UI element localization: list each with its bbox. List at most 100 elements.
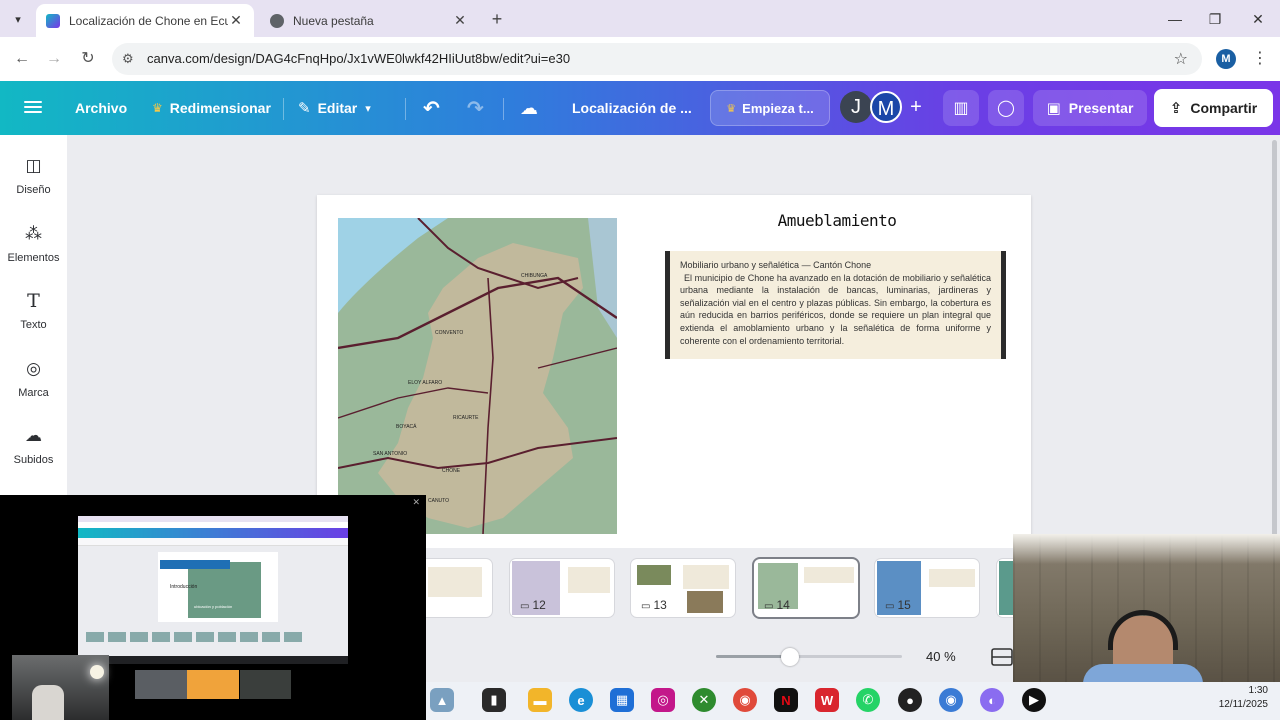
left-sidebar: ◫ Diseño ⁂ Elementos T Texto ◎ Marca ☁ S… [0,135,67,495]
document-title[interactable]: Localización de ... [572,100,692,116]
collaborator-avatar[interactable]: J [840,91,872,123]
undo-button[interactable]: ↶ [423,81,440,135]
close-icon[interactable]: ✕ [228,12,244,29]
restore-button[interactable]: ❐ [1203,8,1227,30]
header-divider [405,98,406,120]
present-button[interactable]: ▣ Presentar [1033,90,1147,126]
chrome-icon[interactable]: ◉ [733,688,757,712]
crown-icon: ♛ [152,101,163,115]
header-divider [283,98,284,120]
page-number: 12 [520,598,545,612]
collaborator-avatar[interactable]: M [870,91,902,123]
slide-title[interactable]: Amueblamiento [747,211,927,230]
task-view-icon[interactable]: ▮ [482,688,506,712]
taskbar-clock[interactable]: 1:30 12/11/2025 [1196,684,1268,712]
windows-taskbar: ▲ ▮ ▬ e ▦ ◎ ✕ ◉ N W ✆ ● ◉ ◐ ▶ [426,682,1280,720]
address-bar[interactable]: ⚙ canva.com/design/DAG4cFnqHpo/Jx1vWE0lw… [112,43,1202,75]
upgrade-button[interactable]: ♛ Empieza t... [710,90,830,126]
page-thumbnail[interactable]: 13 [631,559,735,617]
cloud-save-status[interactable]: ☁ [520,81,538,135]
tab-new[interactable]: Nueva pestaña ✕ [260,4,478,37]
redo-button[interactable]: ↷ [467,81,484,135]
tab-title: Nueva pestaña [293,13,374,28]
back-button[interactable]: ← [10,47,34,71]
sidebar-item-text[interactable]: T Texto [0,280,67,344]
participant-video [12,655,109,720]
bookmark-star-icon[interactable]: ☆ [1174,49,1188,69]
page-thumbnail[interactable] [418,559,492,617]
present-label: Presentar [1068,100,1134,116]
brand-icon: ◎ [26,359,41,378]
reload-button[interactable]: ↻ [76,47,100,71]
comments-button[interactable]: ◯ [988,90,1024,126]
wps-icon[interactable]: W [815,688,839,712]
zoom-slider-handle[interactable] [781,648,800,666]
window-close-button[interactable]: ✕ [1246,8,1270,30]
webcam-overlay [1013,534,1280,682]
text-box-body: El municipio de Chone ha avanzado en la … [680,272,991,346]
map-label: CHIBUNGA [521,273,548,279]
pages-thumbnail-strip: 12 13 14 15 [418,548,1027,640]
chone-map-image[interactable]: CHIBUNGA BOYACÁ ELOY ALFARO RICAURTE SAN… [338,218,617,534]
resize-label: Redimensionar [169,100,271,116]
mini-text: ubicación y población [194,604,233,609]
chevron-down-icon: ▾ [365,102,371,115]
insights-button[interactable]: ▥ [943,90,979,126]
tab-canva[interactable]: Localización de Chone en Ecua ✕ [36,4,254,37]
file-explorer-icon[interactable]: ▬ [528,688,552,712]
xbox-icon[interactable]: ✕ [692,688,716,712]
tab-search-button[interactable]: ▾ [6,7,30,31]
text-box-heading: Mobiliario urbano y señalética — Cantón … [680,260,872,270]
file-menu-button[interactable]: Archivo [75,81,127,135]
profile-avatar[interactable]: M [1216,49,1236,69]
bar-chart-icon: ▥ [953,100,969,117]
map-label: BOYACÁ [396,423,417,430]
widgets-icon[interactable]: ▲ [430,688,454,712]
whatsapp-icon[interactable]: ✆ [856,688,880,712]
edge-icon[interactable]: e [569,688,593,712]
text-icon: T [27,290,40,312]
vertical-scrollbar[interactable] [1272,140,1277,540]
cloud-check-icon: ☁ [520,97,538,118]
sidebar-item-design[interactable]: ◫ Diseño [0,145,67,209]
zoom-slider[interactable] [716,648,902,666]
crown-icon: ♛ [726,102,737,115]
close-icon[interactable]: ✕ [452,12,468,29]
clock-date: 12/11/2025 [1218,699,1268,710]
discord-icon[interactable]: ◐ [980,688,1004,712]
clock-time: 1:30 [1248,685,1268,696]
slide-text-box[interactable]: Mobiliario urbano y señalética — Cantón … [665,251,1006,359]
browser-menu-icon[interactable]: ⋮ [1252,48,1268,68]
new-tab-button[interactable]: + [486,8,508,30]
sidebar-item-elements[interactable]: ⁂ Elementos [0,213,67,277]
sidebar-item-uploads[interactable]: ☁ Subidos [0,415,67,479]
sidebar-item-label: Subidos [13,454,54,466]
share-button[interactable]: ⇪ Compartir [1154,89,1273,127]
sidebar-item-label: Elementos [7,252,60,264]
canva-favicon-icon [46,13,60,28]
grid-view-icon[interactable] [990,646,1014,668]
minimize-button[interactable]: — [1163,8,1187,30]
chrome-favicon-icon [270,13,284,28]
edit-menu-button[interactable]: ✎ Editar ▾ [298,81,371,135]
menu-hamburger-icon[interactable] [24,98,42,118]
page-thumbnail[interactable]: 15 [875,559,979,617]
resize-button[interactable]: ♛ Redimensionar [152,81,271,135]
sidebar-item-brand[interactable]: ◎ Marca [0,348,67,412]
map-label: CONVENTO [435,330,463,336]
media-player-icon[interactable]: ▶ [1022,688,1046,712]
chrome-profile-icon[interactable]: ◉ [939,688,963,712]
page-thumbnail-current[interactable]: 14 [754,559,858,617]
obs-icon[interactable]: ● [898,688,922,712]
add-collaborator-button[interactable]: + [903,95,929,121]
page-number: 15 [885,598,910,612]
netflix-icon[interactable]: N [774,688,798,712]
page-thumbnail[interactable]: 12 [510,559,614,617]
close-icon[interactable]: ✕ [412,497,420,508]
meeting-tiles [135,670,291,699]
zoom-percentage[interactable]: 40 % [926,649,956,664]
instagram-icon[interactable]: ◎ [651,688,675,712]
forward-button[interactable]: → [42,47,66,71]
site-settings-icon[interactable]: ⚙ [122,51,134,67]
store-icon[interactable]: ▦ [610,688,634,712]
